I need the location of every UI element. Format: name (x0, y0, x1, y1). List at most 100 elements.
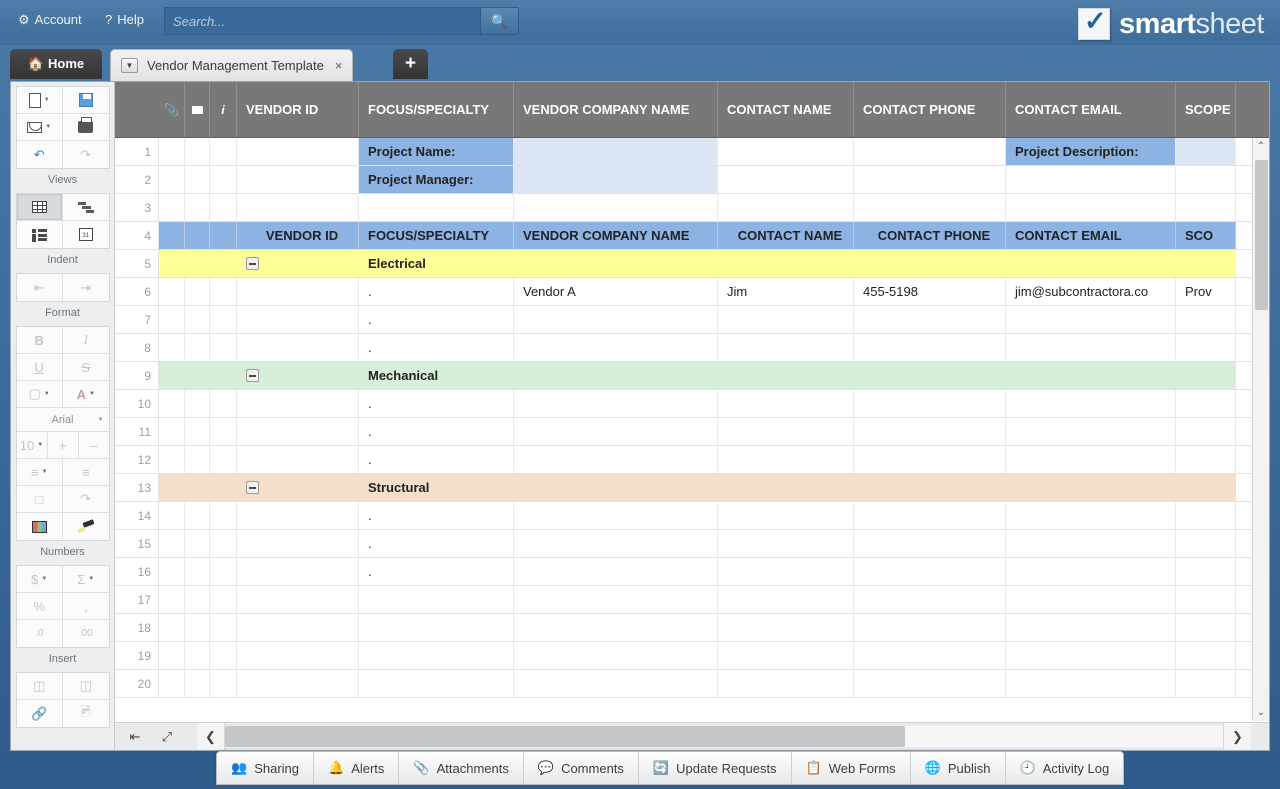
cell-comment[interactable] (185, 334, 210, 361)
cell-vendor_id[interactable] (237, 390, 359, 417)
cell-scope[interactable]: Prov (1176, 278, 1236, 305)
row-number[interactable]: 7 (115, 306, 159, 333)
cell-contact_name[interactable] (718, 334, 854, 361)
calendar-view-button[interactable]: 31 (63, 221, 109, 248)
cell-comment[interactable] (185, 446, 210, 473)
cell-contact_email[interactable] (1006, 418, 1176, 445)
cell-company[interactable] (514, 362, 718, 389)
cell-info[interactable] (210, 194, 237, 221)
cell-scope[interactable] (1176, 250, 1236, 277)
cell-vendor_id[interactable] (237, 334, 359, 361)
grid-row[interactable]: 12. (115, 446, 1269, 474)
cell-contact_name[interactable] (718, 362, 854, 389)
bottom-tab-activity-log[interactable]: 🕘Activity Log (1006, 752, 1124, 784)
cell-attach[interactable] (159, 586, 185, 613)
cell-info[interactable] (210, 390, 237, 417)
cell-company[interactable] (514, 474, 718, 501)
cell-contact_email[interactable] (1006, 334, 1176, 361)
cell-company[interactable] (514, 390, 718, 417)
row-number[interactable]: 15 (115, 530, 159, 557)
increase-font-button[interactable]: + (48, 432, 79, 459)
cell-contact_email[interactable] (1006, 670, 1176, 697)
grid-row[interactable]: 9Mechanical (115, 362, 1269, 390)
bottom-tab-attachments[interactable]: 📎Attachments (399, 752, 523, 784)
cell-contact_email[interactable]: CONTACT EMAIL (1006, 222, 1176, 249)
cell-focus[interactable] (359, 642, 514, 669)
cell-company[interactable] (514, 502, 718, 529)
grid-row[interactable]: 8. (115, 334, 1269, 362)
cell-contact_name[interactable] (718, 670, 854, 697)
grid-row[interactable]: 2Project Manager: (115, 166, 1269, 194)
percent-button[interactable]: % (17, 593, 64, 620)
cell-contact_name[interactable] (718, 614, 854, 641)
grid-row[interactable]: 15. (115, 530, 1269, 558)
cell-contact_name[interactable] (718, 502, 854, 529)
grid-row[interactable]: 19 (115, 642, 1269, 670)
collapse-all-icon[interactable]: ⇤ (119, 723, 151, 750)
redo-button[interactable]: ↷ (63, 141, 109, 168)
cell-contact_name[interactable] (718, 642, 854, 669)
column-header-focus[interactable]: FOCUS/SPECIALTY (359, 82, 514, 137)
cell-company[interactable] (514, 586, 718, 613)
conditional-format-button[interactable] (17, 513, 64, 540)
grid-row[interactable]: 10. (115, 390, 1269, 418)
cell-comment[interactable] (185, 250, 210, 277)
grid-row[interactable]: 16. (115, 558, 1269, 586)
cell-focus[interactable] (359, 194, 514, 221)
row-number[interactable]: 18 (115, 614, 159, 641)
cell-focus[interactable] (359, 670, 514, 697)
cell-contact_phone[interactable] (854, 558, 1006, 585)
font-family-select[interactable]: Arial▼ (17, 408, 109, 432)
sum-button[interactable]: Σ▼ (63, 566, 109, 593)
cell-focus[interactable]: Structural (359, 474, 514, 501)
highlight-button[interactable] (63, 513, 109, 540)
cell-scope[interactable] (1176, 502, 1236, 529)
cell-company[interactable] (514, 446, 718, 473)
horizontal-scroll-thumb[interactable] (225, 726, 905, 747)
cell-contact_phone[interactable] (854, 642, 1006, 669)
insert-row-button[interactable]: ◫ (63, 673, 109, 700)
cell-company[interactable] (514, 558, 718, 585)
cell-info[interactable] (210, 222, 237, 249)
cell-contact_email[interactable] (1006, 586, 1176, 613)
cell-attach[interactable] (159, 502, 185, 529)
scroll-up-icon[interactable]: ⌃ (1253, 138, 1269, 155)
cell-info[interactable] (210, 530, 237, 557)
cell-scope[interactable] (1176, 614, 1236, 641)
horizontal-scroll-track[interactable] (225, 726, 1223, 747)
cell-attach[interactable] (159, 138, 185, 165)
close-icon[interactable]: × (335, 58, 343, 73)
cell-comment[interactable] (185, 222, 210, 249)
cell-contact_email[interactable] (1006, 502, 1176, 529)
wrap-text-button[interactable]: ↷ (63, 486, 109, 513)
row-number[interactable]: 3 (115, 194, 159, 221)
cell-vendor_id[interactable] (237, 670, 359, 697)
cell-info[interactable] (210, 166, 237, 193)
account-menu[interactable]: ⚙Account (18, 12, 82, 28)
cell-contact_name[interactable] (718, 446, 854, 473)
row-number[interactable]: 5 (115, 250, 159, 277)
cell-info[interactable] (210, 334, 237, 361)
bottom-tab-sharing[interactable]: 👥Sharing (217, 752, 314, 784)
cell-scope[interactable] (1176, 418, 1236, 445)
cell-vendor_id[interactable] (237, 362, 359, 389)
cell-vendor_id[interactable] (237, 278, 359, 305)
cell-contact_phone[interactable] (854, 586, 1006, 613)
cell-focus[interactable] (359, 614, 514, 641)
cell-comment[interactable] (185, 530, 210, 557)
column-header-vendor_id[interactable]: VENDOR ID (237, 82, 359, 137)
fill-color-button[interactable]: ▢▼ (17, 381, 64, 408)
cell-comment[interactable] (185, 306, 210, 333)
cell-comment[interactable] (185, 138, 210, 165)
cell-comment[interactable] (185, 502, 210, 529)
grid-row[interactable]: 13Structural (115, 474, 1269, 502)
tab-home[interactable]: 🏠Home (10, 49, 102, 79)
cell-contact_phone[interactable] (854, 390, 1006, 417)
cell-scope[interactable] (1176, 474, 1236, 501)
cell-scope[interactable] (1176, 390, 1236, 417)
cell-contact_phone[interactable] (854, 474, 1006, 501)
underline-button[interactable]: U (17, 354, 64, 381)
cell-contact_phone[interactable] (854, 670, 1006, 697)
cell-company[interactable]: VENDOR COMPANY NAME (514, 222, 718, 249)
cell-comment[interactable] (185, 614, 210, 641)
